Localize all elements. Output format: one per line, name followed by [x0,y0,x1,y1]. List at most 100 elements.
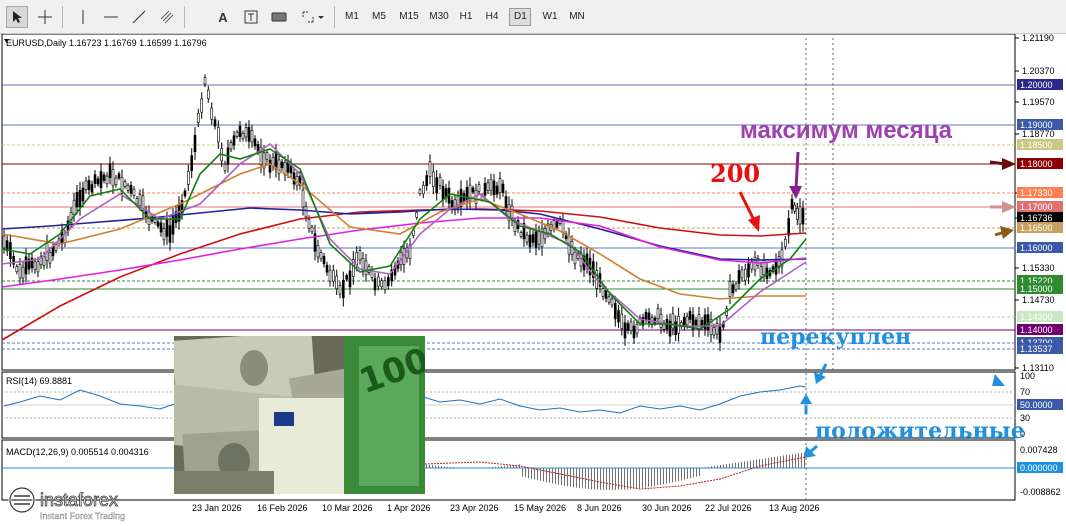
candle-body [269,160,271,172]
candle-body [374,279,376,290]
timeframe-m1[interactable]: M1 [341,8,363,26]
candle-body [442,186,444,200]
svg-text:1.15000: 1.15000 [1020,284,1053,294]
macd-bar [591,468,592,489]
candle-body [359,251,361,260]
macd-bar [501,466,502,468]
svg-text:1.19000: 1.19000 [1020,120,1053,130]
macd-bar [570,468,571,487]
candle-body [384,281,386,290]
macd-bar [456,467,457,468]
rectangle-icon[interactable] [268,6,290,28]
price-chart[interactable]: 1.211901.203701.195701.187701.173301.167… [0,34,1066,524]
horizontal-line-icon[interactable] [100,6,122,28]
macd-bar [573,468,574,487]
channel-icon[interactable] [156,6,178,28]
text-label-icon[interactable] [240,6,262,28]
macd-bar [594,468,595,490]
candle-body [332,270,334,281]
date-axis: 23 Jan 2026 16 Feb 2026 10 Mar 2026 1 Ap… [192,503,820,513]
chart-header: EURUSD,Daily 1.16723 1.16769 1.16599 1.1… [6,38,207,48]
candle-body [160,223,162,232]
candle-body [672,314,674,328]
macd-bar [438,466,439,468]
macd-bar [717,465,718,468]
ma200-annotation: 200 [710,159,760,188]
price-tick: 1.14730 [1022,295,1055,305]
svg-text:23 Jan 2026: 23 Jan 2026 [192,503,242,513]
macd-bar [804,452,805,468]
candle-body [254,139,256,146]
candle-body [695,320,697,326]
candle-body [16,267,18,272]
candle-body [3,236,5,248]
macd-bar [651,468,652,487]
candle-body [735,284,737,289]
macd-bar [735,463,736,468]
candle-body [732,285,734,293]
macd-bar [609,468,610,490]
macd-bar [510,465,511,468]
timeframe-m30[interactable]: M30 [425,8,453,26]
candle-body [416,212,418,217]
candle-body [73,200,75,214]
macd-bar [630,468,631,489]
macd-bar [801,453,802,468]
timeframe-w1[interactable]: W1 [538,8,562,26]
svg-text:23 Apr 2026: 23 Apr 2026 [450,503,499,513]
macd-bar [426,465,427,468]
candle-body [791,199,793,209]
brand-tagline: Instant Forex Trading [40,511,125,521]
svg-text:10 Mar 2026: 10 Mar 2026 [322,503,373,513]
candle-body [377,277,379,286]
price-level-label: 1.16000 [1017,242,1063,253]
macd-bar [732,463,733,468]
candle-body [139,195,141,206]
candle-body [608,297,610,302]
candle-body [490,179,492,190]
candle-body [493,181,495,195]
candle-body [233,136,235,146]
candle-body [698,315,700,330]
shapes-dropdown-icon[interactable] [298,6,328,28]
macd-bar [429,465,430,468]
crosshair-icon[interactable] [34,6,56,28]
vertical-line-icon[interactable] [72,6,94,28]
rsi-tick: 70 [1020,387,1030,397]
timeframe-mn[interactable]: MN [565,8,589,26]
trendline-icon[interactable] [128,6,150,28]
instaforex-logo: instaforex Instant Forex Trading [6,484,176,522]
timeframe-m5[interactable]: M5 [368,8,390,26]
candle-body [112,170,114,186]
candle-body [602,289,604,297]
candle-body [248,127,250,141]
candle-body [207,90,209,98]
candle-body [520,233,522,237]
price-level-label: 1.17330 [1017,187,1063,198]
macd-bar [561,468,562,485]
candle-body [308,220,310,229]
timeframe-h1[interactable]: H1 [455,8,477,26]
candle-body [719,325,721,342]
candle-body [230,143,232,149]
macd-bar [729,464,730,468]
candle-body [744,269,746,280]
candle-body [624,323,626,338]
macd-bar [792,454,793,468]
candle-body [34,262,36,270]
macd-bar [690,468,691,478]
text-icon[interactable]: A [212,6,234,28]
macd-bar [450,467,451,468]
timeframe-h4[interactable]: H4 [481,8,503,26]
candle-body [281,162,283,168]
candle-body [293,173,295,184]
macd-bar [453,467,454,468]
candle-body [76,192,78,207]
macd-bar [744,461,745,468]
svg-text:1.16736: 1.16736 [1020,213,1053,223]
macd-tick: 0.007428 [1020,445,1058,455]
macd-bar [528,468,529,478]
cursor-icon[interactable] [6,6,28,28]
timeframe-d1[interactable]: D1 [509,8,531,26]
timeframe-m15[interactable]: M15 [395,8,423,26]
